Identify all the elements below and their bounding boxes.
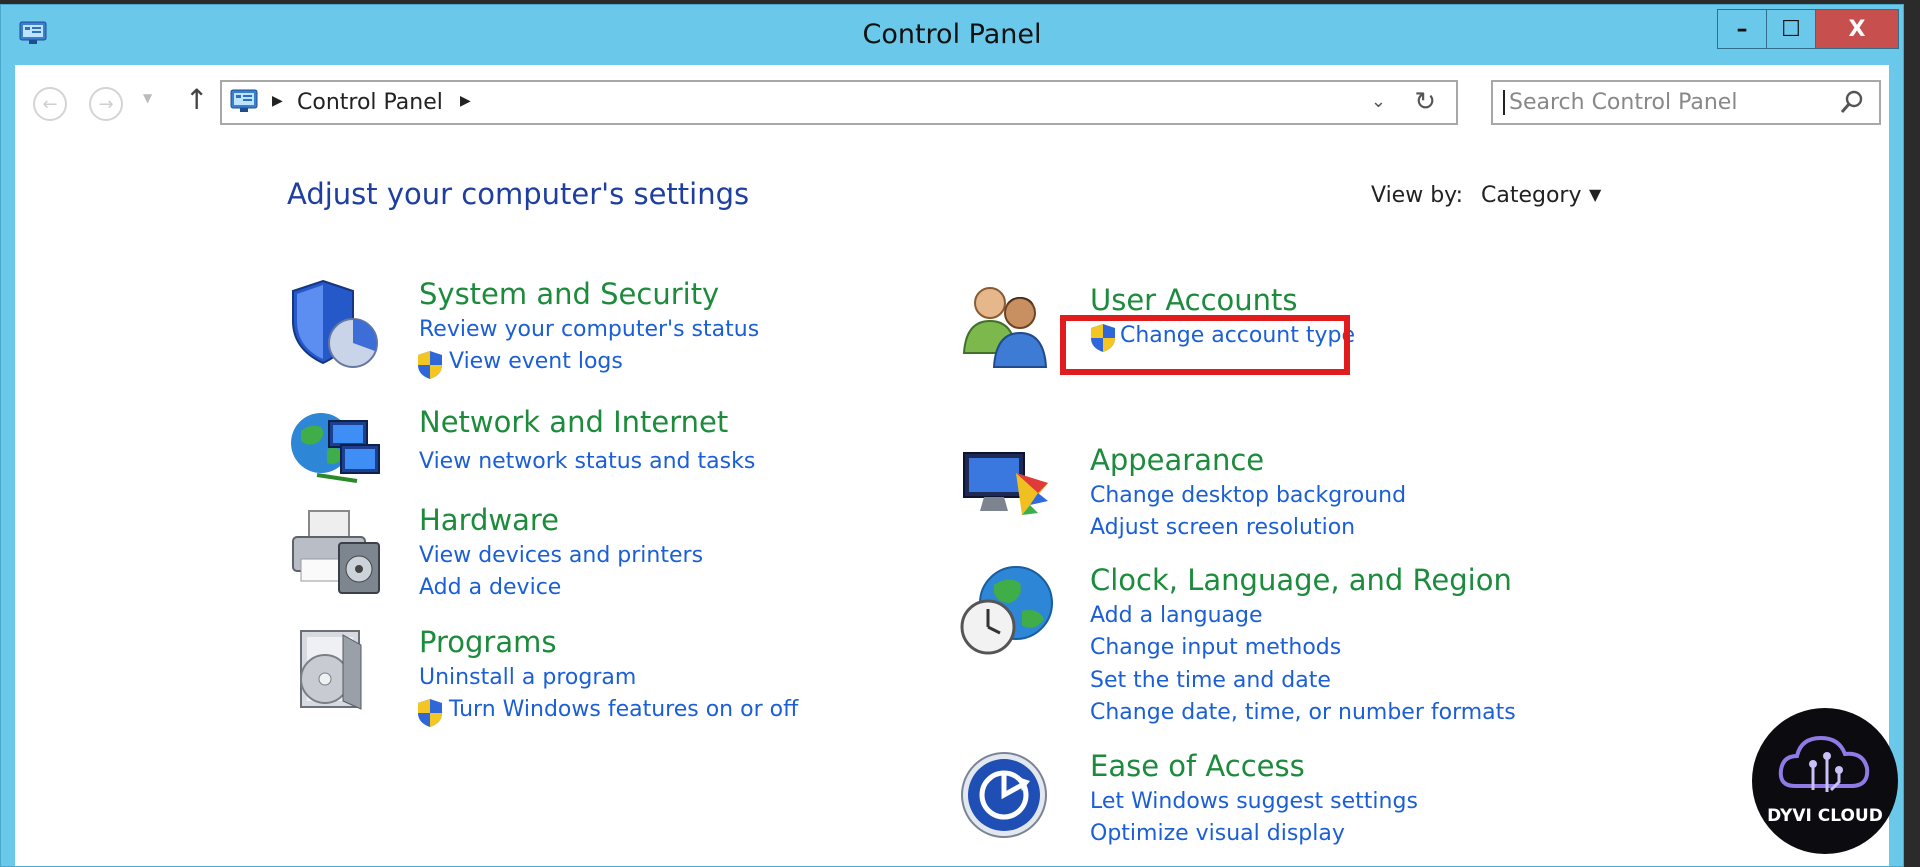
view-event-logs-link[interactable]: View event logs — [449, 349, 623, 374]
dyvi-cloud-watermark: DYVI CLOUD — [1752, 708, 1898, 854]
category-title[interactable]: User Accounts — [1090, 283, 1298, 317]
control-panel-window: Control Panel – ☐ X ← → ▼ ↑ ▶ Control Pa… — [0, 4, 1904, 867]
category-title-ease[interactable]: Ease of Access — [1090, 749, 1305, 783]
category-title-clock[interactable]: Clock, Language, and Region — [1090, 563, 1512, 597]
watermark-text: DYVI CLOUD — [1767, 806, 1883, 826]
category-title[interactable]: Hardware — [419, 503, 559, 537]
cloud-circuit-logo-icon — [1778, 735, 1870, 792]
minimize-icon: – — [1736, 16, 1748, 42]
up-arrow-icon: ↑ — [185, 83, 209, 116]
breadcrumb-separator-icon[interactable]: ▶ — [460, 93, 471, 109]
search-box[interactable]: Search Control Panel — [1491, 80, 1881, 125]
back-arrow-icon: ← — [42, 93, 58, 115]
uac-shield-icon — [418, 351, 442, 379]
change-input-methods-link[interactable]: Change input methods — [1090, 635, 1341, 660]
control-panel-icon — [230, 89, 258, 112]
turn-windows-features-link[interactable]: Turn Windows features on or off — [449, 697, 798, 722]
change-desktop-background-link[interactable]: Change desktop background — [1090, 483, 1406, 508]
breadcrumb-control-panel[interactable]: Control Panel — [297, 90, 443, 115]
users-icon[interactable] — [960, 283, 1056, 373]
review-computer-status-link[interactable]: Review your computer's status — [419, 317, 759, 342]
printer-icon[interactable] — [287, 503, 383, 599]
search-icon[interactable] — [1839, 88, 1865, 118]
change-formats-link[interactable]: Change date, time, or number formats — [1090, 700, 1516, 725]
title-bar[interactable]: Control Panel – ☐ X — [1, 5, 1903, 63]
appearance-monitor-icon[interactable] — [960, 443, 1056, 523]
view-by-dropdown[interactable]: Category — [1481, 183, 1582, 208]
let-windows-suggest-link[interactable]: Let Windows suggest settings — [1090, 789, 1418, 814]
optimize-visual-display-link[interactable]: Optimize visual display — [1090, 821, 1345, 846]
highlight-box — [1060, 315, 1350, 375]
close-button[interactable]: X — [1815, 9, 1899, 49]
shield-icon[interactable] — [287, 277, 383, 373]
up-button[interactable]: ↑ — [185, 83, 208, 116]
window-title: Control Panel — [862, 19, 1042, 50]
view-by-label: View by: — [1371, 183, 1463, 208]
adjust-screen-resolution-link[interactable]: Adjust screen resolution — [1090, 515, 1355, 540]
forward-button[interactable]: → — [89, 87, 123, 121]
search-input[interactable]: Search Control Panel — [1503, 90, 1737, 115]
back-button[interactable]: ← — [33, 87, 67, 121]
ease-of-access-icon[interactable] — [960, 751, 1056, 847]
client-area: ← → ▼ ↑ ▶ Control Panel ▶ ⌄ ↻ Search Con… — [15, 65, 1889, 866]
uac-shield-icon — [418, 699, 442, 727]
network-globe-icon[interactable] — [287, 405, 383, 491]
view-network-status-link[interactable]: View network status and tasks — [419, 449, 755, 474]
forward-arrow-icon: → — [98, 93, 114, 115]
add-language-link[interactable]: Add a language — [1090, 603, 1263, 628]
minimize-button[interactable]: – — [1717, 9, 1767, 49]
add-device-link[interactable]: Add a device — [419, 575, 561, 600]
set-time-date-link[interactable]: Set the time and date — [1090, 668, 1331, 693]
programs-box-icon[interactable] — [287, 625, 383, 721]
view-by-chevron-down-icon[interactable]: ▼ — [1589, 185, 1601, 204]
category-title-appearance[interactable]: Appearance — [1090, 443, 1264, 477]
category-title[interactable]: System and Security — [419, 277, 719, 311]
refresh-icon[interactable]: ↻ — [1414, 87, 1436, 117]
category-title[interactable]: Programs — [419, 625, 556, 659]
navigation-bar: ← → ▼ ↑ ▶ Control Panel ▶ ⌄ ↻ Search Con… — [15, 65, 1889, 135]
address-history-chevron-icon[interactable]: ⌄ — [1371, 91, 1386, 112]
window-controls: – ☐ X — [1717, 9, 1899, 49]
maximize-icon: ☐ — [1781, 16, 1801, 42]
recent-locations-dropdown[interactable]: ▼ — [143, 91, 152, 105]
close-icon: X — [1848, 16, 1866, 42]
category-title[interactable]: Network and Internet — [419, 405, 728, 439]
maximize-button[interactable]: ☐ — [1766, 9, 1816, 49]
address-bar[interactable]: ▶ Control Panel ▶ ⌄ ↻ — [220, 80, 1458, 125]
uninstall-program-link[interactable]: Uninstall a program — [419, 665, 636, 690]
breadcrumb-separator-icon[interactable]: ▶ — [272, 93, 283, 109]
clock-globe-icon[interactable] — [960, 563, 1056, 659]
page-heading: Adjust your computer's settings — [287, 177, 750, 211]
view-devices-printers-link[interactable]: View devices and printers — [419, 543, 703, 568]
chevron-down-icon: ▼ — [143, 91, 153, 105]
